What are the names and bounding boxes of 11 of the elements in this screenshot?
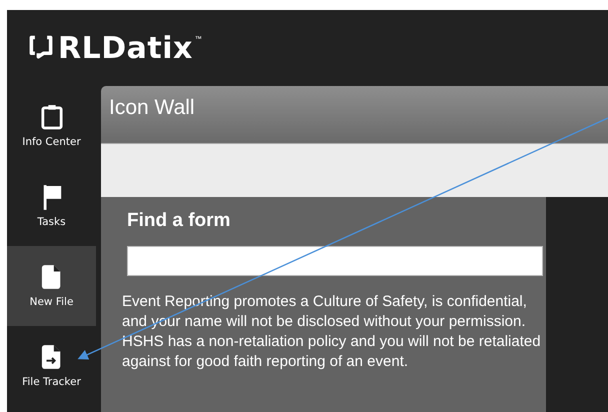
- sidebar-item[interactable]: Info Center: [7, 86, 96, 166]
- sidebar-item[interactable]: New File: [7, 246, 96, 326]
- search-field[interactable]: [127, 246, 543, 276]
- panel-title: Icon Wall: [109, 96, 195, 119]
- clipboard-icon: [40, 104, 62, 130]
- search-heading: Find a form: [127, 210, 232, 232]
- sidebar-item[interactable]: Tasks: [7, 166, 96, 246]
- logo-text: RLDatix: [58, 30, 193, 66]
- file-icon: [40, 264, 62, 290]
- file-arrow-icon: [40, 344, 62, 370]
- sidebar-item[interactable]: File Tracker: [7, 326, 96, 406]
